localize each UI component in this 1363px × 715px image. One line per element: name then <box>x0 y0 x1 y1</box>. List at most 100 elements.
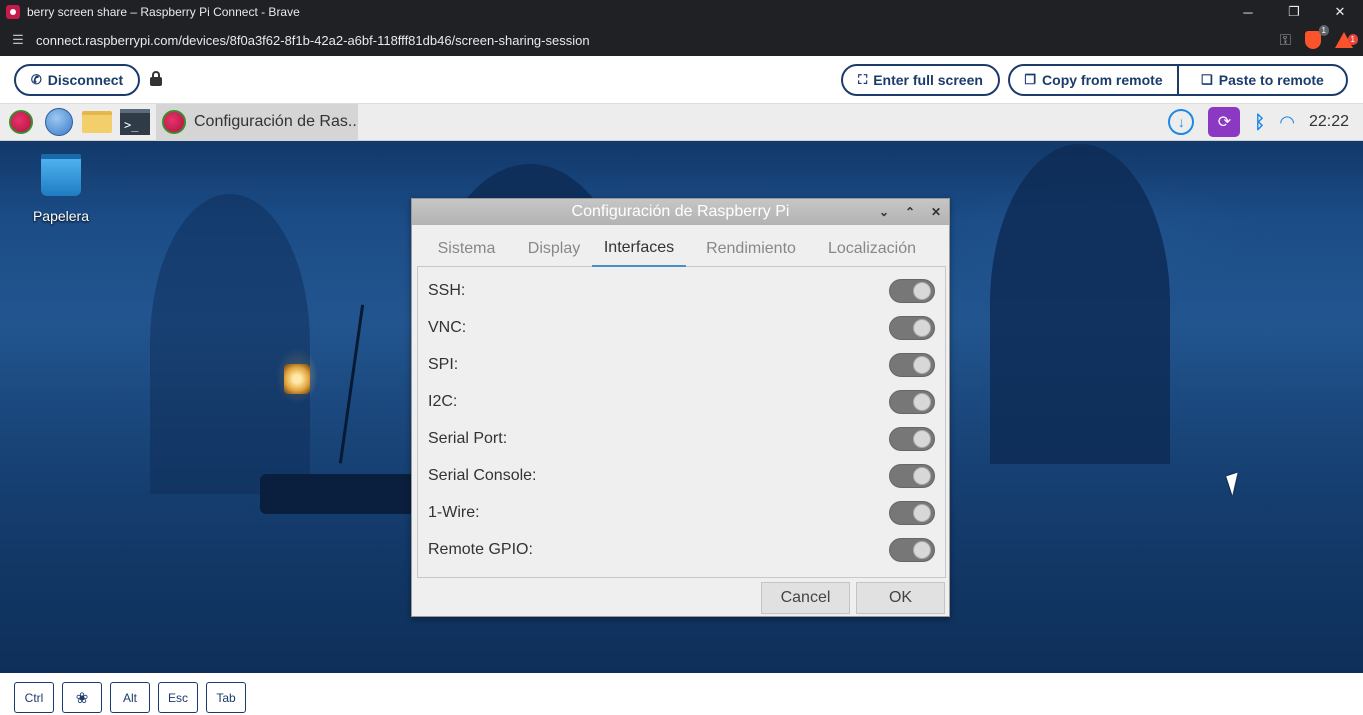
raspberry-key-button[interactable]: ❀ <box>62 682 102 713</box>
raspi-config-dialog: Configuración de Raspberry Pi ⌄ ⌃ ✕ Sist… <box>411 198 950 617</box>
phone-hangup-icon: ✆ <box>30 72 42 87</box>
close-window-button[interactable]: ✕ <box>1317 0 1363 24</box>
rewards-badge: 1 <box>1347 34 1358 45</box>
special-keys-bar: Ctrl ❀ Alt Esc Tab <box>0 673 1363 715</box>
ctrl-key-button[interactable]: Ctrl <box>14 682 54 713</box>
dialog-maximize-button[interactable]: ⌃ <box>901 203 919 221</box>
setting-label: VNC: <box>428 319 467 336</box>
vnc-toggle[interactable] <box>889 316 935 340</box>
shields-badge: 1 <box>1318 25 1329 36</box>
connect-toolbar: ✆ Disconnect ⛶ Enter full screen ❐ Copy … <box>0 56 1363 104</box>
browser-titlebar: berry screen share – Raspberry Pi Connec… <box>0 0 1363 24</box>
paste-to-remote-button[interactable]: ❏ Paste to remote <box>1177 64 1348 96</box>
ok-button[interactable]: OK <box>856 582 945 614</box>
brave-rewards-icon[interactable]: 1 <box>1335 32 1358 48</box>
folder-icon <box>82 111 112 133</box>
interfaces-panel: SSH: VNC: SPI: I2C: Serial Port: Serial … <box>417 267 946 578</box>
trash-icon <box>41 154 81 196</box>
tab-key-button[interactable]: Tab <box>206 682 246 713</box>
clock[interactable]: 22:22 <box>1309 113 1349 131</box>
remote-gpio-toggle[interactable] <box>889 538 935 562</box>
setting-label: I2C: <box>428 393 458 410</box>
tab-rendimiento[interactable]: Rendimiento <box>686 230 816 267</box>
dialog-titlebar[interactable]: Configuración de Raspberry Pi ⌄ ⌃ ✕ <box>412 199 949 225</box>
raspberry-key-icon: ❀ <box>75 689 89 707</box>
setting-label: Serial Console: <box>428 467 537 484</box>
updater-download-icon[interactable]: ↓ <box>1168 109 1195 135</box>
setting-row-ssh: SSH: <box>428 278 935 304</box>
setting-label: Remote GPIO: <box>428 541 533 558</box>
serial-port-toggle[interactable] <box>889 427 935 451</box>
wallpaper-pole <box>338 304 365 464</box>
setting-label: SPI: <box>428 356 459 373</box>
mouse-cursor-icon <box>1226 472 1244 496</box>
disconnect-label: Disconnect <box>47 72 124 88</box>
wallpaper-mountain <box>150 194 310 494</box>
password-key-icon[interactable]: ⚿ <box>1280 32 1291 49</box>
pi-taskbar: >_ Configuración de Ras.. ↓ ⟳ ᛒ ◠ 22:22 <box>0 104 1363 141</box>
enter-full-screen-button[interactable]: ⛶ Enter full screen <box>841 64 1000 96</box>
wallpaper-boat <box>260 474 420 514</box>
maximize-button[interactable]: ❐ <box>1271 0 1317 24</box>
minimize-button[interactable]: ─ <box>1225 0 1271 24</box>
raspberry-menu-button[interactable] <box>4 107 38 137</box>
setting-row-serial-port: Serial Port: <box>428 426 935 452</box>
tab-sistema[interactable]: Sistema <box>417 230 516 267</box>
cancel-button[interactable]: Cancel <box>761 582 850 614</box>
spi-toggle[interactable] <box>889 353 935 377</box>
raspberry-icon <box>9 110 33 134</box>
window-title: berry screen share – Raspberry Pi Connec… <box>27 5 300 19</box>
site-settings-icon[interactable]: ☰ <box>0 32 36 48</box>
tab-display[interactable]: Display <box>516 230 592 267</box>
setting-row-serial-console: Serial Console: <box>428 463 935 489</box>
brave-shields-icon[interactable]: 1 <box>1305 25 1329 49</box>
setting-row-remote-gpio: Remote GPIO: <box>428 537 935 563</box>
file-manager-launcher-button[interactable] <box>80 107 114 137</box>
globe-icon <box>45 108 73 136</box>
desktop-icon-label: Papelera <box>32 208 90 224</box>
paste-icon: ❏ <box>1201 72 1213 87</box>
taskbar-window-label: Configuración de Ras.. <box>194 113 357 130</box>
setting-row-i2c: I2C: <box>428 389 935 415</box>
serial-console-toggle[interactable] <box>889 464 935 488</box>
paste-label: Paste to remote <box>1218 72 1324 88</box>
remote-desktop[interactable]: >_ Configuración de Ras.. ↓ ⟳ ᛒ ◠ 22:22 … <box>0 104 1363 673</box>
ssh-toggle[interactable] <box>889 279 935 303</box>
wifi-icon[interactable]: ◠ <box>1279 112 1295 133</box>
dialog-tabs: Sistema Display Interfaces Rendimiento L… <box>417 230 946 267</box>
one-wire-toggle[interactable] <box>889 501 935 525</box>
browser-launcher-button[interactable] <box>42 107 76 137</box>
desktop-icon-trash[interactable]: Papelera <box>30 154 92 224</box>
disconnect-button[interactable]: ✆ Disconnect <box>14 64 140 96</box>
esc-key-button[interactable]: Esc <box>158 682 198 713</box>
taskbar-window-button[interactable]: Configuración de Ras.. <box>156 104 358 141</box>
copy-icon: ❐ <box>1024 72 1037 87</box>
raspberry-connect-favicon-icon <box>6 5 20 19</box>
tab-localizacion[interactable]: Localización <box>816 230 928 267</box>
dialog-title: Configuración de Raspberry Pi <box>571 203 790 220</box>
tab-interfaces[interactable]: Interfaces <box>592 230 686 267</box>
setting-label: Serial Port: <box>428 430 508 447</box>
dialog-minimize-button[interactable]: ⌄ <box>875 203 893 221</box>
wallpaper-mountain <box>990 144 1170 464</box>
lock-icon <box>150 71 162 87</box>
address-bar: ☰ connect.raspberrypi.com/devices/8f0a3f… <box>0 24 1363 56</box>
setting-label: SSH: <box>428 282 466 299</box>
dialog-close-button[interactable]: ✕ <box>927 203 945 221</box>
alt-key-button[interactable]: Alt <box>110 682 150 713</box>
terminal-icon: >_ <box>120 109 150 135</box>
setting-row-spi: SPI: <box>428 352 935 378</box>
setting-row-vnc: VNC: <box>428 315 935 341</box>
i2c-toggle[interactable] <box>889 390 935 414</box>
setting-row-1-wire: 1-Wire: <box>428 500 935 526</box>
copy-label: Copy from remote <box>1042 72 1163 88</box>
fullscreen-icon: ⛶ <box>858 72 868 87</box>
fullscreen-label: Enter full screen <box>873 72 983 88</box>
bluetooth-icon[interactable]: ᛒ <box>1254 112 1265 133</box>
wallpaper-lantern <box>284 364 310 394</box>
copy-from-remote-button[interactable]: ❐ Copy from remote <box>1008 64 1179 96</box>
rpi-connect-tray-icon[interactable]: ⟳ <box>1208 107 1241 137</box>
url-text[interactable]: connect.raspberrypi.com/devices/8f0a3f62… <box>36 33 1280 48</box>
terminal-launcher-button[interactable]: >_ <box>118 107 152 137</box>
setting-label: 1-Wire: <box>428 504 480 521</box>
